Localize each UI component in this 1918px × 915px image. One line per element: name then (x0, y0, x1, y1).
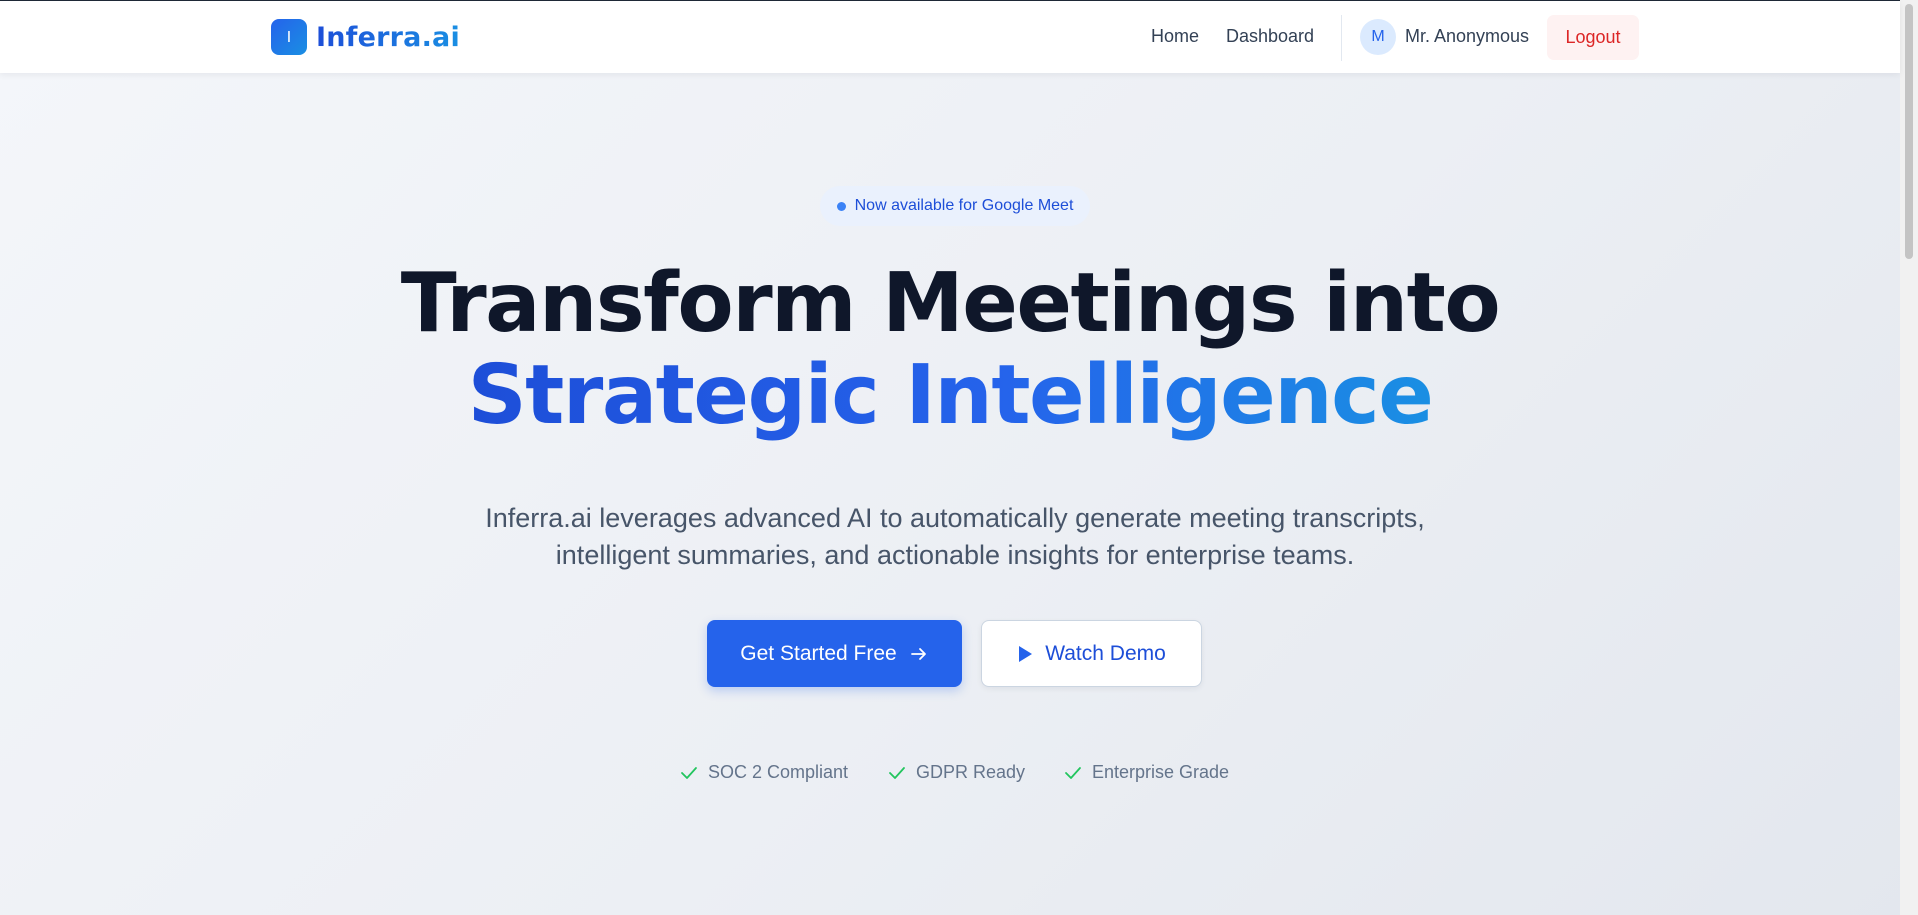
status-dot-icon (836, 201, 846, 211)
hero-headline-line1: Transform Meetings into (400, 256, 1501, 351)
play-icon (1017, 645, 1033, 663)
trust-badge-label: Enterprise Grade (1092, 762, 1230, 782)
trust-badge-label: GDPR Ready (916, 762, 1026, 782)
scrollbar-thumb[interactable] (1905, 4, 1913, 259)
brand-name: Inferra.ai (316, 21, 460, 53)
get-started-label: Get Started Free (740, 641, 897, 665)
get-started-button[interactable]: Get Started Free (707, 620, 962, 687)
trust-badge-soc2: SOC 2 Compliant (680, 762, 848, 783)
brand-logo[interactable]: I Inferra.ai (271, 19, 460, 55)
arrow-right-icon (909, 644, 929, 664)
nav-link-home[interactable]: Home (1151, 26, 1199, 47)
navbar: I Inferra.ai Home Dashboard M Mr. Anonym… (0, 1, 1900, 73)
logout-button[interactable]: Logout (1547, 15, 1639, 60)
watch-demo-button[interactable]: Watch Demo (981, 620, 1202, 687)
check-icon (1064, 765, 1082, 781)
nav-divider (1341, 15, 1342, 61)
logo-mark-icon: I (271, 19, 307, 55)
watch-demo-label: Watch Demo (1045, 641, 1166, 665)
trust-badge-label: SOC 2 Compliant (708, 762, 849, 782)
avatar[interactable]: M (1360, 19, 1396, 55)
badge-text: Now available for Google Meet (854, 197, 1074, 214)
hero-headline-line2: Strategic Intelligence (0, 355, 1900, 437)
trust-badge-gdpr: GDPR Ready (888, 762, 1025, 783)
nav-link-dashboard[interactable]: Dashboard (1226, 26, 1314, 47)
user-name: Mr. Anonymous (1405, 26, 1530, 46)
hero-headline-highlight: Strategic Intelligence (467, 348, 1434, 443)
trust-badge-enterprise: Enterprise Grade (1064, 762, 1229, 783)
announcement-badge: Now available for Google Meet (820, 186, 1090, 226)
hero-subtitle: Inferra.ai leverages advanced AI to auto… (485, 503, 1425, 570)
check-icon (888, 765, 906, 781)
check-icon (680, 765, 698, 781)
